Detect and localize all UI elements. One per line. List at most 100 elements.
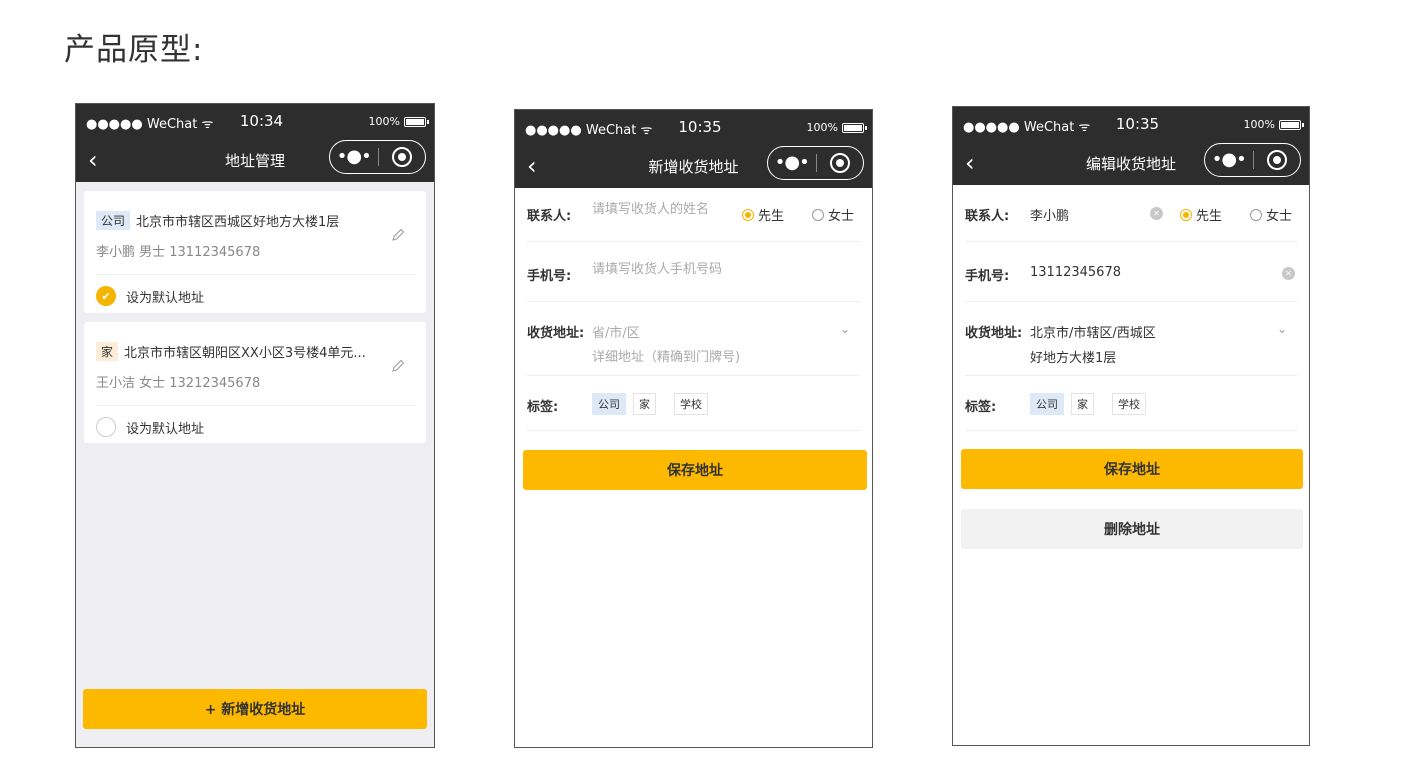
tag-school-button[interactable]: 学校 xyxy=(1112,393,1146,415)
back-icon[interactable]: ‹ xyxy=(527,152,537,180)
battery-indicator: 100% xyxy=(807,121,867,134)
address-row: 收货地址: 省/市/区 ⌄ 详细地址（精确到门牌号) xyxy=(527,302,860,376)
clear-icon[interactable]: ✕ xyxy=(1150,207,1163,220)
save-address-button[interactable]: 保存地址 xyxy=(523,450,867,490)
nav-title: 地址管理 xyxy=(224,152,286,170)
more-icon[interactable]: •●• xyxy=(1205,151,1253,169)
delete-address-button[interactable]: 删除地址 xyxy=(961,509,1303,549)
status-time: 10:35 xyxy=(1115,115,1160,133)
divider xyxy=(96,274,414,275)
radio-selected-icon xyxy=(1180,208,1192,221)
tag-company-button[interactable]: 公司 xyxy=(1030,393,1064,415)
mini-program-capsule: •●• xyxy=(1204,143,1301,177)
save-address-button[interactable]: 保存地址 xyxy=(961,449,1303,489)
contact-text: 李小鹏 男士 13112345678 xyxy=(96,245,261,260)
region-picker[interactable]: 北京市/市辖区/西城区 xyxy=(1030,322,1156,341)
mini-program-capsule: •●• xyxy=(329,140,426,174)
battery-icon xyxy=(404,116,429,127)
tags-row: 标签: 公司 家 学校 xyxy=(965,376,1297,431)
radio-ms[interactable]: 女士 xyxy=(812,205,854,224)
address-line: 家 北京市市辖区朝阳区XX小区3号楼4单元... xyxy=(96,342,366,361)
tag-chip: 公司 xyxy=(96,211,131,230)
status-bar: ●●●●● WeChat ᯤ 10:34 100% xyxy=(76,104,434,140)
chevron-down-icon[interactable]: ⌄ xyxy=(840,322,850,336)
close-target-icon[interactable] xyxy=(1253,150,1300,170)
phone-label: 手机号: xyxy=(527,269,572,284)
set-default-label: 设为默认地址 xyxy=(126,290,205,306)
tags-label: 标签: xyxy=(527,400,559,415)
mini-program-capsule: •●• xyxy=(767,146,864,180)
address-text: 北京市市辖区朝阳区XX小区3号楼4单元... xyxy=(124,346,366,361)
status-time: 10:34 xyxy=(239,112,284,130)
address-label: 收货地址: xyxy=(527,326,585,341)
chevron-down-icon[interactable]: ⌄ xyxy=(1277,322,1287,336)
close-target-icon[interactable] xyxy=(378,147,425,167)
tags-label: 标签: xyxy=(965,400,997,415)
address-card[interactable]: 公司 北京市市辖区西城区好地方大楼1层 李小鹏 男士 13112345678 ✔… xyxy=(84,191,426,313)
radio-mr[interactable]: 先生 xyxy=(1180,205,1222,224)
region-picker[interactable]: 省/市/区 xyxy=(592,322,640,341)
phone-row: 手机号: 13112345678 ✕ xyxy=(965,242,1297,302)
phone-row: 手机号: xyxy=(527,242,860,302)
contact-text: 王小洁 女士 13212345678 xyxy=(96,376,261,391)
more-icon[interactable]: •●• xyxy=(768,154,816,172)
set-default-toggle[interactable]: 设为默认地址 xyxy=(96,417,204,437)
set-default-toggle[interactable]: ✔ 设为默认地址 xyxy=(96,286,204,306)
contact-row: 联系人: 李小鹏 ✕ 先生 女士 xyxy=(965,182,1297,242)
phone-number-input[interactable] xyxy=(592,262,842,277)
phone-edit-address: ●●●●● WeChat ᯤ 10:35 100% ‹ 编辑收货地址 •●• 联… xyxy=(952,106,1310,746)
address-label: 收货地址: xyxy=(965,326,1023,341)
phone-number-input[interactable]: 13112345678 xyxy=(1030,265,1121,280)
status-time: 10:35 xyxy=(678,118,722,136)
divider xyxy=(96,405,414,406)
contact-name-input[interactable]: 李小鹏 xyxy=(1030,205,1069,224)
checkmark-icon: ✔ xyxy=(96,286,116,306)
address-line: 公司 北京市市辖区西城区好地方大楼1层 xyxy=(96,211,339,230)
radio-unselected-icon xyxy=(812,208,824,221)
radio-ms[interactable]: 女士 xyxy=(1250,205,1292,224)
tag-company-button[interactable]: 公司 xyxy=(592,393,626,415)
phone-new-address: ●●●●● WeChat ᯤ 10:35 100% ‹ 新增收货地址 •●• 联… xyxy=(514,109,873,748)
radio-unselected-icon xyxy=(1250,208,1262,221)
address-text: 北京市市辖区西城区好地方大楼1层 xyxy=(136,215,340,230)
navbar: ‹ 编辑收货地址 •●• xyxy=(953,143,1309,185)
carrier-label: ●●●●● WeChat ᯤ xyxy=(963,120,1091,135)
battery-icon xyxy=(842,122,867,133)
edit-pencil-icon[interactable] xyxy=(390,227,406,243)
detail-address-input[interactable]: 好地方大楼1层 xyxy=(1030,347,1116,366)
tag-home-button[interactable]: 家 xyxy=(1071,393,1094,415)
detail-address-input[interactable]: 详细地址（精确到门牌号) xyxy=(592,346,740,365)
back-icon[interactable]: ‹ xyxy=(965,149,975,177)
carrier-label: ●●●●● WeChat ᯤ xyxy=(86,117,214,132)
status-bar: ●●●●● WeChat ᯤ 10:35 100% xyxy=(515,110,872,146)
tag-home-button[interactable]: 家 xyxy=(633,393,656,415)
radio-selected-icon xyxy=(742,208,754,221)
address-row: 收货地址: 北京市/市辖区/西城区 ⌄ 好地方大楼1层 xyxy=(965,302,1297,376)
battery-icon xyxy=(1279,119,1304,130)
phone-address-list: ●●●●● WeChat ᯤ 10:34 100% ‹ 地址管理 •●• 公司 … xyxy=(75,103,435,748)
set-default-label: 设为默认地址 xyxy=(126,421,205,437)
add-address-button[interactable]: + 新增收货地址 xyxy=(83,689,427,729)
contact-name-input[interactable] xyxy=(592,202,732,217)
address-card[interactable]: 家 北京市市辖区朝阳区XX小区3号楼4单元... 王小洁 女士 13212345… xyxy=(84,322,426,443)
more-icon[interactable]: •●• xyxy=(330,148,378,166)
nav-title: 新增收货地址 xyxy=(648,158,739,176)
carrier-label: ●●●●● WeChat ᯤ xyxy=(525,123,653,138)
tag-chip: 家 xyxy=(96,342,119,361)
tags-row: 标签: 公司 家 学校 xyxy=(527,376,860,431)
tag-school-button[interactable]: 学校 xyxy=(674,393,708,415)
clear-icon[interactable]: ✕ xyxy=(1282,267,1295,280)
close-target-icon[interactable] xyxy=(816,153,863,173)
edit-pencil-icon[interactable] xyxy=(390,358,406,374)
contact-label: 联系人: xyxy=(965,209,1010,224)
radio-mr[interactable]: 先生 xyxy=(742,205,784,224)
unchecked-circle-icon xyxy=(96,417,116,437)
page-heading: 产品原型: xyxy=(64,32,204,68)
phone-label: 手机号: xyxy=(965,269,1010,284)
navbar: ‹ 地址管理 •●• xyxy=(76,140,434,182)
battery-indicator: 100% xyxy=(369,115,429,128)
contact-row: 联系人: 先生 女士 xyxy=(527,182,860,242)
nav-title: 编辑收货地址 xyxy=(1085,155,1177,173)
contact-label: 联系人: xyxy=(527,209,572,224)
back-icon[interactable]: ‹ xyxy=(88,146,98,174)
